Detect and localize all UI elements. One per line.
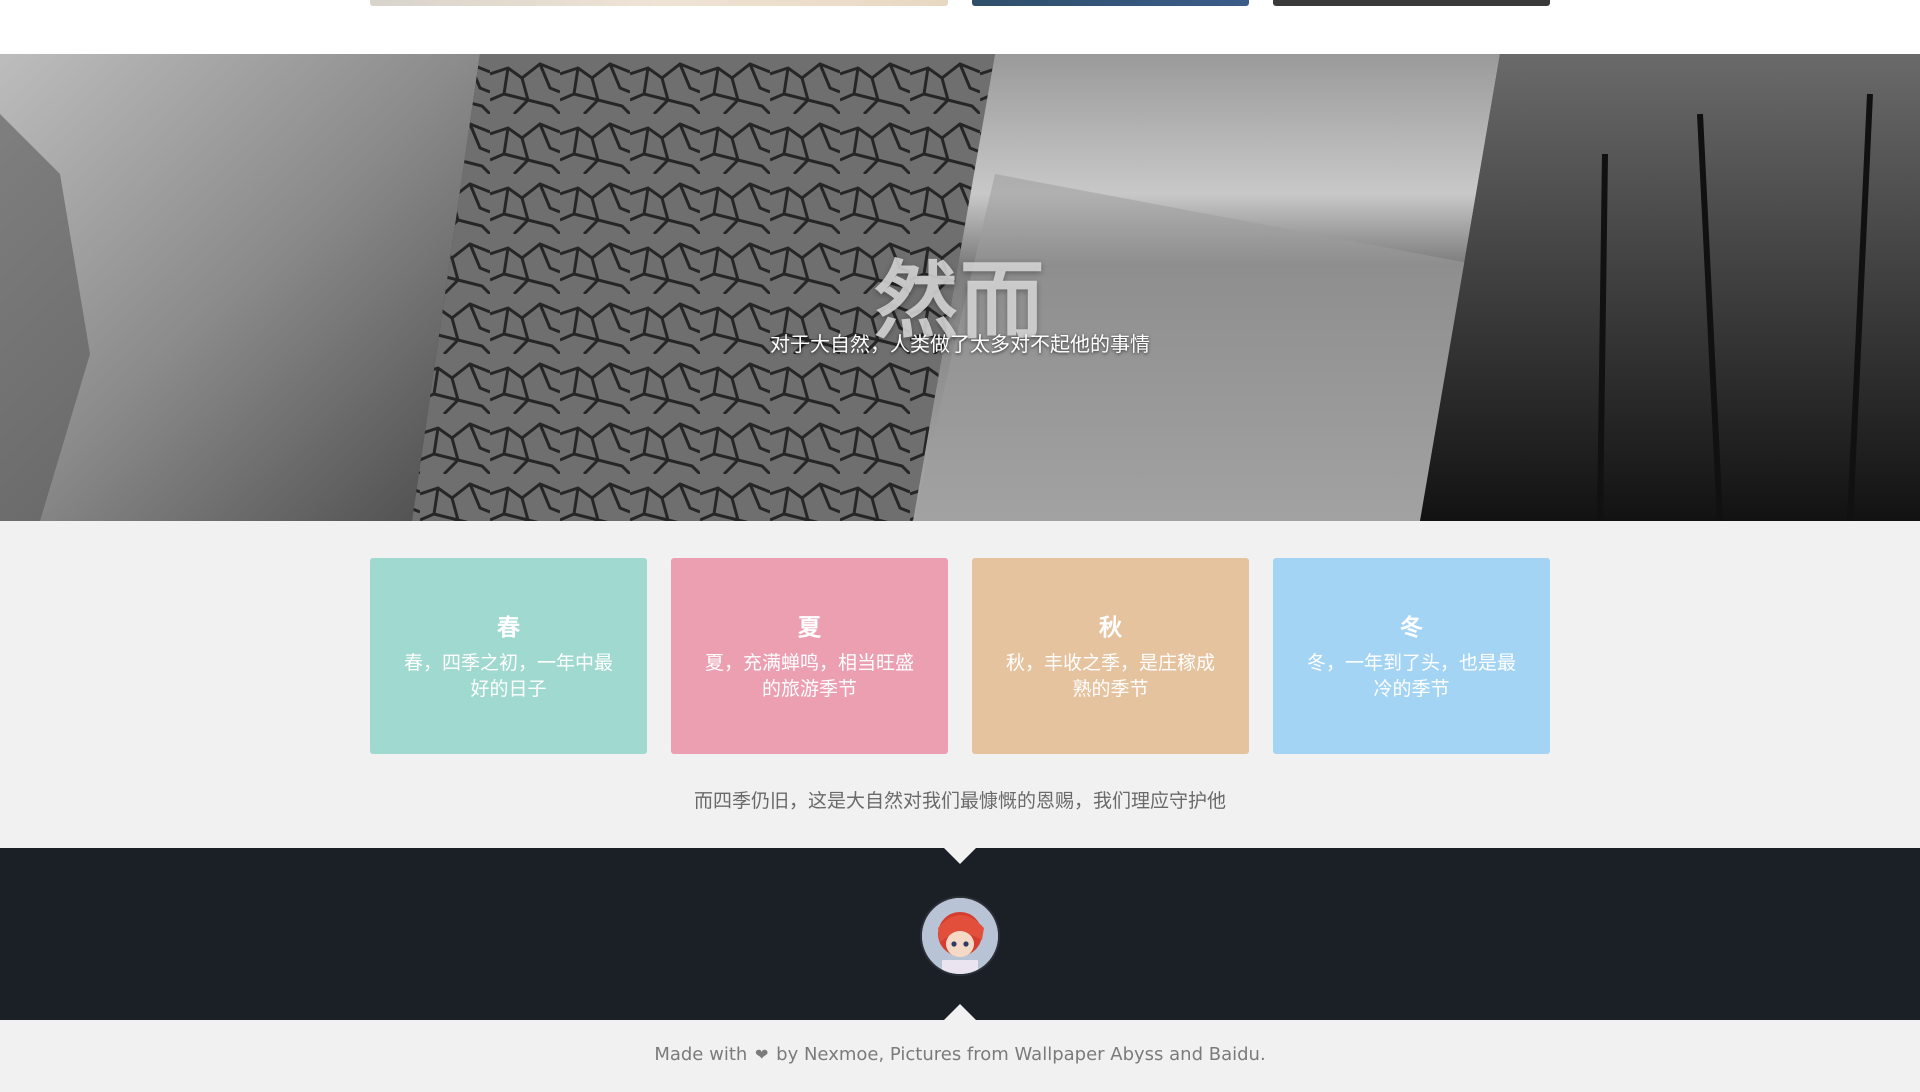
- season-desc-line1: 夏，充满蝉鸣，相当旺盛: [704, 652, 914, 674]
- season-desc-line1: 秋，丰收之季，是庄稼成: [1005, 652, 1215, 674]
- season-card-spring[interactable]: 春 春，四季之初，一年中最 好的日子: [370, 558, 647, 754]
- top-image-strip: [0, 0, 1920, 54]
- season-desc-line2: 冷的季节: [1373, 678, 1450, 700]
- hero-banner: 然而 对于大自然，人类做了太多对不起他的事情: [0, 54, 1920, 521]
- season-name: 冬: [1400, 615, 1423, 641]
- season-desc-line2: 好的日子: [470, 678, 547, 700]
- season-desc-line1: 春，四季之初，一年中最: [403, 652, 613, 674]
- notch-bottom: [944, 1004, 976, 1020]
- season-card-winter[interactable]: 冬 冬，一年到了头，也是最 冷的季节: [1273, 558, 1550, 754]
- gallery-thumb[interactable]: [972, 0, 1249, 6]
- season-name: 春: [497, 615, 520, 641]
- avatar-image: [922, 898, 998, 974]
- season-cards: 春 春，四季之初，一年中最 好的日子 夏 夏，充满蝉鸣，相当旺盛 的旅游季节 秋…: [370, 558, 1550, 754]
- season-name: 秋: [1099, 615, 1122, 641]
- footer-made-with: Made with: [654, 1044, 748, 1065]
- season-desc-line2: 熟的季节: [1072, 678, 1149, 700]
- season-card-summer[interactable]: 夏 夏，充满蝉鸣，相当旺盛 的旅游季节: [671, 558, 948, 754]
- author-band: [0, 848, 1920, 1020]
- avatar[interactable]: [922, 898, 998, 974]
- heart-icon: ❤: [755, 1045, 769, 1064]
- gallery-thumb[interactable]: [1273, 0, 1550, 6]
- season-card-autumn[interactable]: 秋 秋，丰收之季，是庄稼成 熟的季节: [972, 558, 1249, 754]
- footer-credits: Made with ❤ by Nexmoe, Pictures from Wal…: [0, 1044, 1920, 1065]
- gallery-thumb[interactable]: [370, 0, 948, 6]
- season-name: 夏: [798, 615, 821, 641]
- footer-credit: by Nexmoe, Pictures from Wallpaper Abyss…: [776, 1044, 1266, 1065]
- season-desc-line1: 冬，一年到了头，也是最: [1306, 652, 1516, 674]
- closing-text: 而四季仍旧，这是大自然对我们最慷慨的恩赐，我们理应守护他: [693, 790, 1226, 812]
- notch-top: [944, 848, 976, 864]
- season-desc-line2: 的旅游季节: [761, 678, 857, 700]
- hero-subtitle: 对于大自然，人类做了太多对不起他的事情: [770, 332, 1150, 356]
